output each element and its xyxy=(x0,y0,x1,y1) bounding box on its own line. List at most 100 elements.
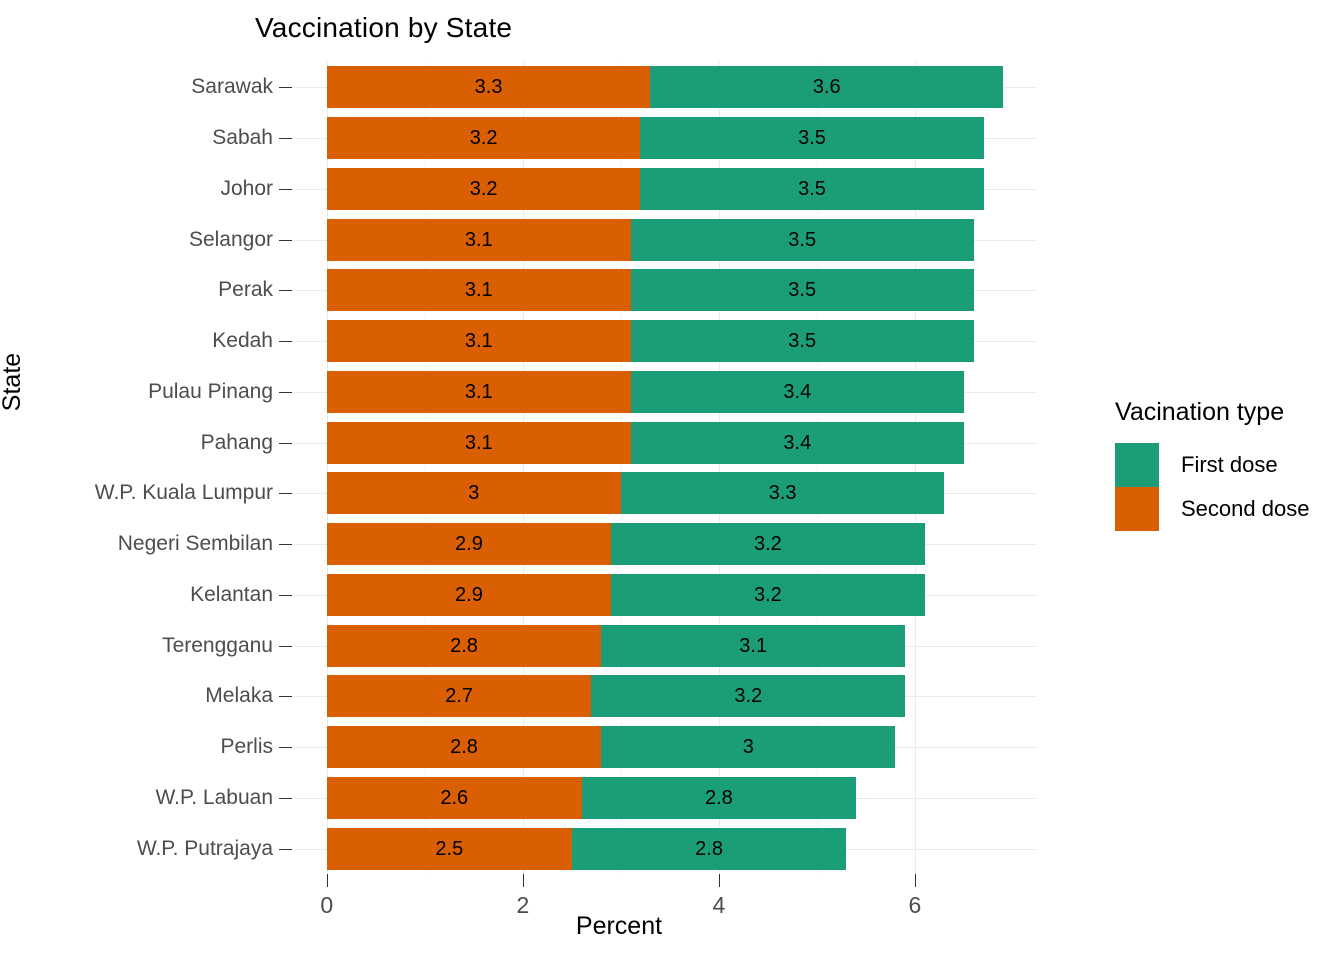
bar-segment-first-dose[interactable]: 3.5 xyxy=(640,167,984,210)
bar-segment-second-dose[interactable]: 2.6 xyxy=(326,776,582,819)
bar-segment-second-dose[interactable]: 3.1 xyxy=(326,320,631,363)
bar-segment-second-dose[interactable]: 3.1 xyxy=(326,218,631,261)
bar-row[interactable]: 3.1 3.5 xyxy=(326,269,974,312)
bar-value-label: 3.3 xyxy=(474,76,503,99)
y-axis-tick-label: Negeri Sembilan xyxy=(117,532,273,556)
bar-value-label: 2.9 xyxy=(455,583,483,606)
y-axis-tick-label: Perak xyxy=(218,278,273,302)
bar-segment-second-dose[interactable]: 3.2 xyxy=(326,167,641,210)
bar-row[interactable]: 3.1 3.4 xyxy=(326,370,964,413)
y-axis-tick-mark xyxy=(279,696,292,697)
y-axis-tick-label: Sarawak xyxy=(191,75,273,99)
bar-value-label: 2.8 xyxy=(450,634,478,657)
y-axis-tick-label: Sabah xyxy=(212,126,273,150)
bar-segment-second-dose[interactable]: 2.8 xyxy=(326,726,602,769)
legend-title: Vacination type xyxy=(1115,398,1285,426)
bar-value-label: 2.7 xyxy=(445,685,474,708)
bar-segment-first-dose[interactable]: 3.1 xyxy=(601,624,906,667)
y-axis-tick-mark xyxy=(279,392,292,393)
y-axis-tick-label: Pahang xyxy=(200,430,273,454)
bar-value-label: 3.5 xyxy=(798,177,826,200)
bar-row[interactable]: 2.7 3.2 xyxy=(326,675,906,718)
bar-value-label: 3.1 xyxy=(739,634,768,657)
bar-row[interactable]: 2.8 3 xyxy=(326,726,896,769)
bar-value-label: 3 xyxy=(742,736,754,759)
x-axis-tick-label: 2 xyxy=(516,892,530,918)
bar-row[interactable]: 3.2 3.5 xyxy=(326,167,984,210)
y-axis-tick-label: Perlis xyxy=(220,735,273,759)
bar-segment-second-dose[interactable]: 3.3 xyxy=(326,66,651,109)
bar-segment-second-dose[interactable]: 2.5 xyxy=(326,827,572,870)
bar-segment-second-dose[interactable]: 3.1 xyxy=(326,370,631,413)
y-axis-tick-label: W.P. Labuan xyxy=(155,785,273,809)
x-axis-tick-label: 6 xyxy=(908,892,922,918)
bar-segment-first-dose[interactable]: 3.4 xyxy=(630,421,964,464)
bar-segment-second-dose[interactable]: 2.9 xyxy=(326,573,612,616)
bar-segment-first-dose[interactable]: 3.5 xyxy=(640,117,984,160)
bar-segment-first-dose[interactable]: 3.2 xyxy=(611,573,925,616)
bar-row[interactable]: 2.9 3.2 xyxy=(326,573,925,616)
bar-segment-first-dose[interactable]: 3.2 xyxy=(611,523,925,566)
bar-value-label: 3.2 xyxy=(754,583,782,606)
bar-segment-first-dose[interactable]: 2.8 xyxy=(581,776,857,819)
bar-segment-first-dose[interactable]: 3.5 xyxy=(630,320,974,363)
x-axis-tick-mark xyxy=(719,874,720,887)
legend-item[interactable]: First dose xyxy=(1115,443,1309,487)
bar-value-label: 3.1 xyxy=(464,279,493,302)
bar-segment-first-dose[interactable]: 3.2 xyxy=(591,675,906,718)
bar-value-label: 2.6 xyxy=(440,786,469,809)
bar-segment-second-dose[interactable]: 3.1 xyxy=(326,421,631,464)
bar-segment-first-dose[interactable]: 3.3 xyxy=(620,472,945,515)
bar-segment-second-dose[interactable]: 3.1 xyxy=(326,269,631,312)
bar-segment-first-dose[interactable]: 3.5 xyxy=(630,269,974,312)
bar-segment-first-dose[interactable]: 2.8 xyxy=(571,827,847,870)
bar-segment-second-dose[interactable]: 3.2 xyxy=(326,117,641,160)
y-axis-tick-mark xyxy=(279,138,292,139)
y-axis-tick-label: Melaka xyxy=(205,684,273,708)
y-axis-tick-mark xyxy=(279,290,292,291)
y-axis-tick-mark xyxy=(279,443,292,444)
bar-segment-first-dose[interactable]: 3 xyxy=(601,726,896,769)
bar-row[interactable]: 2.8 3.1 xyxy=(326,624,906,667)
bar-segment-first-dose[interactable]: 3.4 xyxy=(630,370,964,413)
bar-value-label: 3.1 xyxy=(464,431,493,454)
bar-segment-second-dose[interactable]: 2.8 xyxy=(326,624,602,667)
bar-value-label: 3.2 xyxy=(734,685,763,708)
bar-row[interactable]: 3.1 3.4 xyxy=(326,421,964,464)
y-axis-tick-mark xyxy=(279,595,292,596)
y-axis-tick-label: Pulau Pinang xyxy=(148,379,273,403)
bar-value-label: 2.5 xyxy=(435,837,464,860)
bar-segment-second-dose[interactable]: 2.7 xyxy=(326,675,592,718)
bar-value-label: 3.1 xyxy=(464,228,493,251)
bar-row[interactable]: 2.9 3.2 xyxy=(326,523,925,566)
bar-segment-second-dose[interactable]: 3 xyxy=(326,472,621,515)
legend-item[interactable]: Second dose xyxy=(1115,487,1309,531)
bar-row[interactable]: 3.1 3.5 xyxy=(326,218,974,261)
bar-row[interactable]: 3.3 3.6 xyxy=(326,66,1004,109)
legend: Vacination type First dose Second dose xyxy=(1115,398,1309,531)
y-axis-tick-label: Kelantan xyxy=(190,582,273,606)
bar-value-label: 3.2 xyxy=(469,127,498,150)
bar-segment-first-dose[interactable]: 3.6 xyxy=(650,66,1004,109)
bar-value-label: 2.9 xyxy=(455,533,483,556)
y-axis-tick-mark xyxy=(279,493,292,494)
bar-row[interactable]: 2.6 2.8 xyxy=(326,776,857,819)
bar-row[interactable]: 3.2 3.5 xyxy=(326,117,984,160)
y-axis-tick-mark xyxy=(279,747,292,748)
plot-panel: 3.3 3.6 3.2 3.5 3.2 3.5 3.1 3.5 3.1 3.5 3.1 3.5 3.1 3… xyxy=(293,62,1037,874)
y-axis-tick-mark xyxy=(279,798,292,799)
bar-row[interactable]: 3.1 3.5 xyxy=(326,320,974,363)
bar-value-label: 2.8 xyxy=(704,786,733,809)
bar-row[interactable]: 2.5 2.8 xyxy=(326,827,847,870)
bar-segment-first-dose[interactable]: 3.5 xyxy=(630,218,974,261)
legend-label: Second dose xyxy=(1181,496,1310,521)
x-axis-tick-label: 4 xyxy=(712,892,726,918)
bar-row[interactable]: 3 3.3 xyxy=(326,472,945,515)
bar-value-label: 3.3 xyxy=(768,482,797,505)
bar-segment-second-dose[interactable]: 2.9 xyxy=(326,523,612,566)
bar-value-label: 3.5 xyxy=(788,330,817,353)
y-axis-tick-mark xyxy=(279,544,292,545)
x-axis-tick-mark xyxy=(523,874,524,887)
legend-items: First dose Second dose xyxy=(1115,443,1309,531)
y-axis-tick-label: Johor xyxy=(220,176,273,200)
